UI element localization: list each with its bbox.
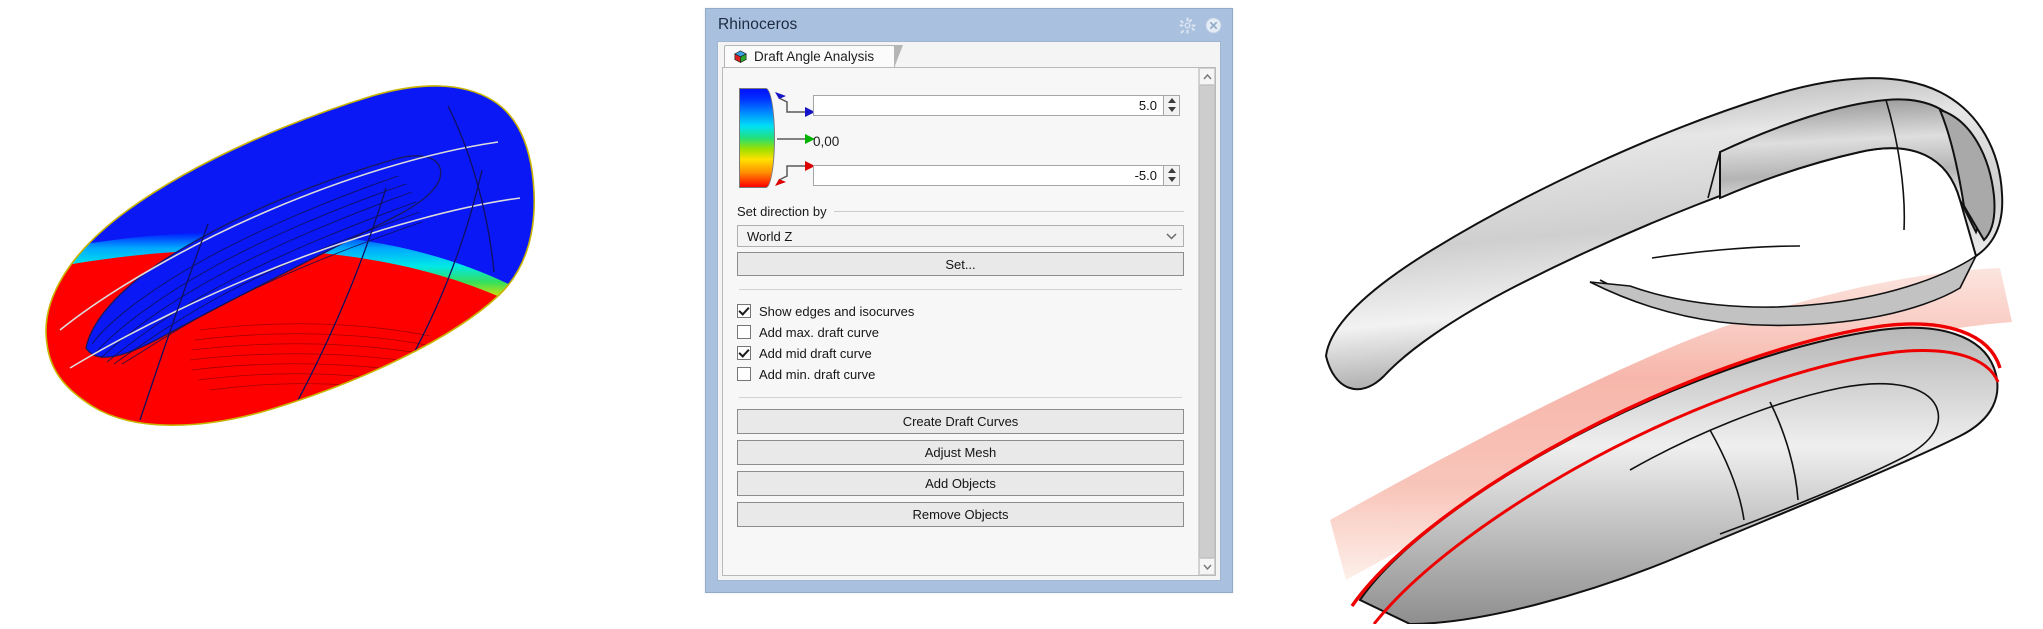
draft-angle-range-block: 5.0 0,00 -5.0 — [737, 82, 1184, 200]
checkbox-add-min-draft-curve[interactable]: Add min. draft curve — [737, 364, 1184, 384]
gear-icon[interactable] — [1179, 17, 1196, 34]
checkbox-box[interactable] — [737, 346, 751, 360]
adjust-mesh-button[interactable]: Adjust Mesh — [737, 440, 1184, 465]
rhino-cube-icon — [734, 50, 747, 64]
draft-curve-result-model — [1324, 77, 2012, 626]
tab-strip: Draft Angle Analysis — [718, 42, 1220, 68]
panel-title: Rhinoceros — [718, 16, 798, 33]
checkbox-box[interactable] — [737, 304, 751, 318]
checkbox-label: Show edges and isocurves — [759, 303, 915, 319]
max-angle-spinner[interactable] — [1164, 94, 1180, 116]
panel-body: Draft Angle Analysis 5.0 0,00 -5.0 Set d… — [717, 41, 1221, 581]
set-direction-group-header: Set direction by — [737, 204, 1184, 219]
checkbox-add-max-draft-curve[interactable]: Add max. draft curve — [737, 322, 1184, 342]
mid-angle-value: 0,00 — [813, 133, 840, 149]
scrollbar-track[interactable] — [1199, 85, 1215, 558]
checkbox-label: Add max. draft curve — [759, 324, 879, 340]
content-inner: 5.0 0,00 -5.0 Set direction by World Z S… — [723, 68, 1198, 575]
min-angle-row: -5.0 — [813, 164, 1180, 186]
max-angle-spinner-up[interactable] — [1164, 96, 1179, 106]
direction-combobox-value: World Z — [747, 228, 793, 244]
divider-2 — [739, 397, 1182, 398]
set-direction-button[interactable]: Set... — [737, 252, 1184, 276]
close-icon[interactable] — [1205, 17, 1222, 34]
checkbox-box[interactable] — [737, 367, 751, 381]
checkbox-label: Add min. draft curve — [759, 366, 876, 382]
mid-angle-row: 0,00 — [813, 130, 839, 152]
right-viewport-draft-curves — [1300, 0, 2043, 626]
panel-scrollbar[interactable] — [1198, 68, 1215, 575]
checkbox-add-mid-draft-curve[interactable]: Add mid draft curve — [737, 343, 1184, 363]
checkbox-show-edges-and-isocurves[interactable]: Show edges and isocurves — [737, 301, 1184, 321]
range-connector-arrows — [775, 92, 815, 186]
min-angle-spinner-up[interactable] — [1164, 166, 1179, 176]
left-viewport-draft-analysis — [0, 0, 700, 624]
checkbox-box[interactable] — [737, 325, 751, 339]
max-angle-row: 5.0 — [813, 94, 1180, 116]
chevron-up-icon — [1202, 73, 1212, 79]
draft-angle-shaded-model — [45, 85, 535, 426]
checkbox-group: Show edges and isocurves Add max. draft … — [737, 301, 1184, 384]
min-angle-spinner-down[interactable] — [1164, 175, 1179, 185]
scrollbar-down-button[interactable] — [1199, 558, 1215, 575]
chevron-down-icon — [1166, 232, 1177, 240]
direction-combobox[interactable]: World Z — [737, 225, 1184, 247]
rhinoceros-panel: Rhinoceros Draft Angle Analysis 5.0 0,00… — [705, 8, 1233, 593]
tab-label: Draft Angle Analysis — [754, 49, 875, 64]
draft-angle-color-ramp — [739, 88, 775, 188]
chevron-down-icon — [1202, 564, 1212, 570]
tab-draft-angle-analysis[interactable]: Draft Angle Analysis — [724, 45, 904, 68]
group-divider — [833, 211, 1184, 212]
max-angle-input[interactable]: 5.0 — [813, 94, 1164, 116]
panel-titlebar: Rhinoceros — [706, 9, 1232, 41]
max-angle-spinner-down[interactable] — [1164, 105, 1179, 115]
add-objects-button[interactable]: Add Objects — [737, 471, 1184, 496]
remove-objects-button[interactable]: Remove Objects — [737, 502, 1184, 527]
titlebar-icon-group — [1179, 9, 1222, 41]
min-angle-input[interactable]: -5.0 — [813, 164, 1164, 186]
action-button-group: Create Draft Curves Adjust Mesh Add Obje… — [737, 409, 1184, 527]
divider-1 — [739, 289, 1182, 290]
scrollbar-up-button[interactable] — [1199, 68, 1215, 85]
scrollbar-thumb[interactable] — [1199, 85, 1215, 558]
min-angle-spinner[interactable] — [1164, 164, 1180, 186]
content-pane: 5.0 0,00 -5.0 Set direction by World Z S… — [722, 67, 1216, 576]
checkbox-label: Add mid draft curve — [759, 345, 872, 361]
create-draft-curves-button[interactable]: Create Draft Curves — [737, 409, 1184, 434]
set-direction-label: Set direction by — [737, 204, 827, 219]
